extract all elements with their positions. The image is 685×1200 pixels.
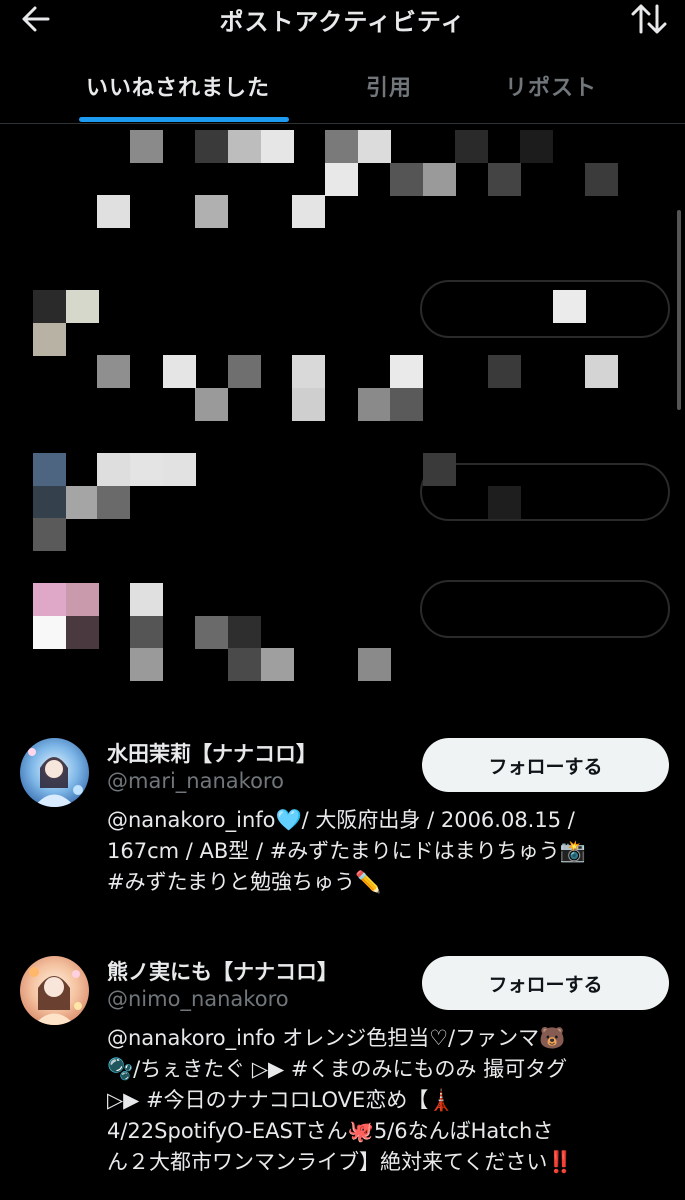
mosaic-tile	[97, 355, 130, 388]
mosaic-tile	[195, 195, 228, 228]
mosaic-tile	[358, 130, 391, 163]
bio-line: 167cm / AB型 / #みずたまりにドはまりちゅう📸	[107, 839, 586, 863]
mosaic-tile	[390, 355, 423, 388]
mosaic-tile	[130, 616, 163, 649]
mosaic-tile	[261, 648, 294, 681]
mosaic-tile	[97, 486, 130, 519]
mosaic-tile	[488, 163, 521, 196]
sort-arrows-icon	[631, 4, 667, 34]
mosaic-tile	[228, 130, 261, 163]
bio-line: @nanakoro_info🩵/ 大阪府出身 / 2006.08.15 /	[107, 808, 575, 832]
bio-line: ん２大都市ワンマンライブ】絶対来てください‼️	[107, 1150, 574, 1174]
display-name[interactable]: 熊ノ実にも【ナナコロ】	[107, 956, 338, 986]
follow-button-ghost	[420, 580, 670, 638]
bio-line: 🫧/ちぇきたぐ ▷▶ #くまのみにものみ 撮可タグ	[107, 1057, 568, 1081]
follow-button[interactable]: フォローする	[422, 738, 669, 792]
mosaic-tile	[97, 453, 130, 486]
follow-button-ghost	[420, 463, 670, 521]
mosaic-tile	[195, 130, 228, 163]
mosaic-tile	[390, 163, 423, 196]
mosaic-tile	[228, 648, 261, 681]
mosaic-tile	[163, 453, 196, 486]
sort-button[interactable]	[629, 2, 669, 36]
mosaic-tile	[553, 290, 586, 323]
mosaic-tile	[130, 453, 163, 486]
bio-line: ▷▶ #今日のナナコロLOVE恋め【🗼	[107, 1088, 455, 1112]
mosaic-tile	[423, 453, 456, 486]
avatar[interactable]	[20, 738, 89, 807]
mosaic-tile	[228, 355, 261, 388]
user-bio: @nanakoro_info オレンジ色担当♡/ファンマ🐻 🫧/ちぇきたぐ ▷▶…	[107, 1023, 667, 1178]
mosaic-tile	[325, 130, 358, 163]
mosaic-tile	[292, 195, 325, 228]
mosaic-tile	[261, 130, 294, 163]
user-handle[interactable]: @nimo_nanakoro	[107, 987, 289, 1011]
follow-button[interactable]: フォローする	[422, 956, 669, 1010]
display-name[interactable]: 水田茉莉【ナナコロ】	[107, 738, 317, 768]
avatar-image	[20, 956, 89, 1025]
mosaic-tile	[423, 163, 456, 196]
mosaic-tile	[66, 583, 99, 616]
mosaic-tile	[130, 130, 163, 163]
mosaic-tile	[358, 388, 391, 421]
mosaic-tile	[390, 388, 423, 421]
mosaic-tile	[130, 648, 163, 681]
mosaic-tile	[292, 355, 325, 388]
tab-liked[interactable]: いいねされました	[86, 70, 270, 102]
mosaic-tile	[33, 583, 66, 616]
mosaic-tile	[585, 355, 618, 388]
bio-line: 4/22SpotifyO-EASTさん🐙5/6なんばHatchさ	[107, 1119, 554, 1143]
mosaic-tile	[130, 583, 163, 616]
mosaic-tile	[195, 388, 228, 421]
bio-line: #みずたまりと勉強ちゅう✏️	[107, 870, 382, 894]
follow-button-ghost	[420, 280, 670, 338]
bio-line: @nanakoro_info オレンジ色担当♡/ファンマ🐻	[107, 1026, 566, 1050]
header: ポストアクティビティ	[0, 0, 685, 40]
user-row[interactable]: 水田茉莉【ナナコロ】 @mari_nanakoro フォローする @nanako…	[0, 735, 685, 915]
tab-quote[interactable]: 引用	[366, 70, 412, 102]
mosaic-tile	[358, 648, 391, 681]
active-tab-indicator	[79, 117, 289, 122]
mosaic-tile	[66, 290, 99, 323]
mosaic-tile	[455, 130, 488, 163]
mosaic-tile	[488, 486, 521, 519]
tab-bar: いいねされました 引用 リポスト	[0, 60, 685, 124]
mosaic-tile	[585, 163, 618, 196]
mosaic-tile	[163, 355, 196, 388]
user-row[interactable]: 熊ノ実にも【ナナコロ】 @nimo_nanakoro フォローする @nanak…	[0, 953, 685, 1198]
censored-mosaic	[0, 125, 685, 705]
user-bio: @nanakoro_info🩵/ 大阪府出身 / 2006.08.15 / 16…	[107, 805, 667, 898]
mosaic-tile	[66, 486, 99, 519]
mosaic-tile	[292, 388, 325, 421]
page-title: ポストアクティビティ	[219, 8, 466, 36]
mosaic-tile	[195, 616, 228, 649]
mosaic-tile	[33, 290, 66, 323]
mosaic-tile	[97, 195, 130, 228]
avatar[interactable]	[20, 956, 89, 1025]
avatar-image	[20, 738, 89, 807]
mosaic-tile	[33, 616, 66, 649]
mosaic-tile	[33, 453, 66, 486]
mosaic-tile	[325, 163, 358, 196]
mosaic-tile	[520, 130, 553, 163]
mosaic-tile	[33, 518, 66, 551]
mosaic-tile	[33, 323, 66, 356]
mosaic-tile	[33, 486, 66, 519]
mosaic-tile	[488, 355, 521, 388]
user-handle[interactable]: @mari_nanakoro	[107, 769, 284, 793]
tab-repost[interactable]: リポスト	[505, 70, 597, 102]
mosaic-tile	[66, 616, 99, 649]
mosaic-tile	[228, 616, 261, 649]
